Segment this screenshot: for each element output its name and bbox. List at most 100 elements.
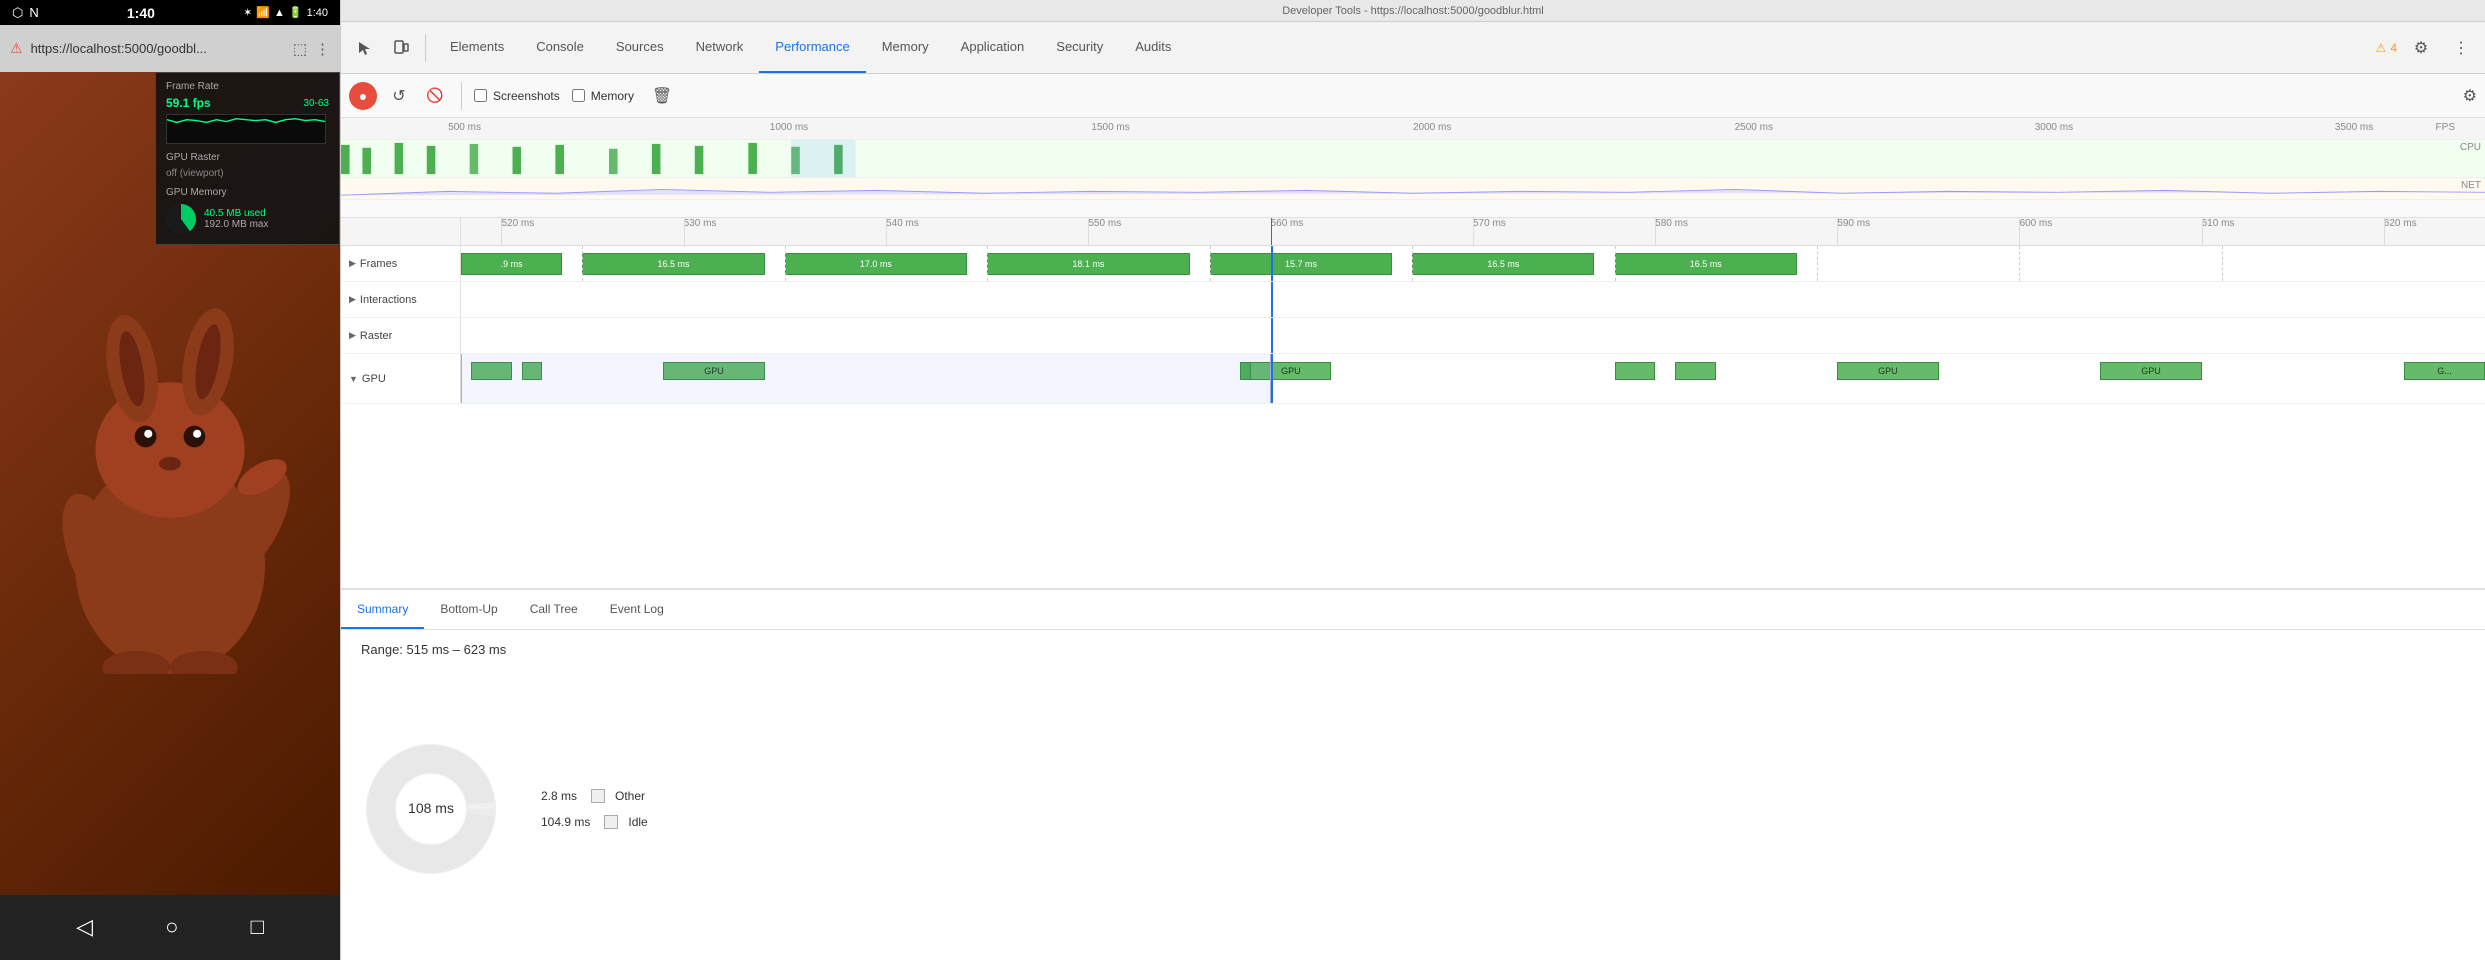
gpu-block-3b[interactable] xyxy=(1675,362,1715,380)
summary-tab-bottomup[interactable]: Bottom-Up xyxy=(424,591,513,629)
summary-tab-calltree[interactable]: Call Tree xyxy=(514,591,594,629)
tab-sources[interactable]: Sources xyxy=(600,22,680,73)
menu-icon[interactable]: ⋮ xyxy=(315,40,330,58)
cursor-tool-button[interactable] xyxy=(349,32,381,64)
battery-text: 1:40 xyxy=(307,7,328,19)
time-mark-500: 500 ms xyxy=(448,122,481,133)
tab-performance[interactable]: Performance xyxy=(759,22,865,73)
ruler-line-7 xyxy=(1655,218,1656,245)
gpu-expand-icon[interactable]: ▼ xyxy=(349,374,358,384)
gpu-block-5[interactable]: GPU xyxy=(2100,362,2201,380)
settings-button[interactable]: ⚙ xyxy=(2405,32,2437,64)
pie-chart-area: 108 ms xyxy=(361,677,501,940)
screenshots-label: Screenshots xyxy=(493,89,560,103)
frame-rate-range: 30-63 xyxy=(303,98,329,109)
tab-application[interactable]: Application xyxy=(945,22,1041,73)
tick-560: 560 ms xyxy=(1271,218,1304,229)
trash-icon: 🗑 xyxy=(652,86,672,106)
frame-6-label: 16.5 ms xyxy=(1487,259,1519,269)
refresh-icon: ↺ xyxy=(392,86,405,106)
bluetooth-icon: ⬡ xyxy=(12,5,23,21)
gpu-block-0b[interactable] xyxy=(522,362,542,380)
frame-block-6[interactable]: 16.5 ms xyxy=(1412,253,1594,275)
tab-console[interactable]: Console xyxy=(520,22,600,73)
frame-block-4[interactable]: 18.1 ms xyxy=(987,253,1189,275)
tab-network[interactable]: Network xyxy=(680,22,760,73)
gpu-block-1[interactable]: GPU xyxy=(663,362,764,380)
clear-button[interactable]: 🚫 xyxy=(421,82,449,110)
interactions-expand-icon[interactable]: ▶ xyxy=(349,294,356,305)
frames-expand-icon[interactable]: ▶ xyxy=(349,258,356,269)
legend-item-other: 2.8 ms Other xyxy=(541,789,648,803)
memory-checkbox[interactable] xyxy=(572,89,585,102)
gpu-block-2-label[interactable]: GPU xyxy=(1250,362,1331,380)
frame-1-label: .9 ms xyxy=(501,259,523,269)
gpu-memory-max: 192.0 MB max xyxy=(204,219,268,230)
tick-620: 620 ms xyxy=(2384,218,2417,229)
record-icon: ● xyxy=(359,88,367,104)
frame-block-1[interactable]: .9 ms xyxy=(461,253,562,275)
gpu-block-6[interactable]: G... xyxy=(2404,362,2485,380)
overview-charts: 500 ms 1000 ms 1500 ms 2000 ms 2500 ms 3… xyxy=(341,118,2485,218)
recent-button[interactable]: □ xyxy=(251,914,264,940)
gpu-block-2-text: GPU xyxy=(1281,366,1301,376)
summary-panel: Summary Bottom-Up Call Tree Event Log Ra… xyxy=(341,588,2485,960)
timeline-detail: 520 ms 530 ms 540 ms 550 ms 560 ms 570 m… xyxy=(341,218,2485,588)
frames-label: ▶ Frames xyxy=(341,246,461,281)
net-axis-label: NET xyxy=(2461,180,2481,191)
frames-content: .9 ms 16.5 ms 17.0 ms 18.1 ms 15.7 ms xyxy=(461,246,2485,281)
ruler-left-spacer xyxy=(341,218,461,245)
capture-settings-button[interactable]: ⚙ xyxy=(2463,86,2477,106)
summary-tab-summary[interactable]: Summary xyxy=(341,591,424,629)
raster-expand-icon[interactable]: ▶ xyxy=(349,330,356,341)
performance-overlay: Frame Rate 59.1 fps 30-63 GPU Raster off… xyxy=(155,72,340,245)
more-icon: ⋮ xyxy=(2453,38,2469,58)
frame-sep-8 xyxy=(2019,246,2020,281)
gpu-block-0[interactable] xyxy=(471,362,511,380)
tick-590: 590 ms xyxy=(1837,218,1870,229)
devtools-title: Developer Tools - https://localhost:5000… xyxy=(1282,5,1544,17)
frame-block-7[interactable]: 16.5 ms xyxy=(1615,253,1797,275)
svg-text:108 ms: 108 ms xyxy=(408,800,454,816)
tab-elements[interactable]: Elements xyxy=(434,22,520,73)
gpu-block-1-label: GPU xyxy=(704,366,724,376)
rabbit-scene: Frame Rate 59.1 fps 30-63 GPU Raster off… xyxy=(0,72,340,894)
settings-icon: ⚙ xyxy=(2414,38,2428,58)
mobile-status-icons-right: ✶ 📶 ▲ 🔋 1:40 xyxy=(243,6,328,19)
frames-label-text: Frames xyxy=(360,258,397,270)
url-text[interactable]: https://localhost:5000/goodbl... xyxy=(31,41,285,56)
record-button[interactable]: ● xyxy=(349,82,377,110)
tab-memory[interactable]: Memory xyxy=(866,22,945,73)
tick-610: 610 ms xyxy=(2202,218,2235,229)
tab-audits[interactable]: Audits xyxy=(1119,22,1187,73)
gpu-memory-used: 40.5 MB used xyxy=(204,208,268,219)
frame-block-3[interactable]: 17.0 ms xyxy=(785,253,967,275)
tabs-icon[interactable]: ⬚ xyxy=(293,40,307,58)
device-toggle-button[interactable] xyxy=(385,32,417,64)
summary-legend: 2.8 ms Other 104.9 ms Idle xyxy=(541,677,648,940)
detail-ruler: 520 ms 530 ms 540 ms 550 ms 560 ms 570 m… xyxy=(341,218,2485,246)
gpu-cursor xyxy=(1271,354,1273,403)
fps-chart-row: CPU xyxy=(341,140,2485,178)
frame-block-2[interactable]: 16.5 ms xyxy=(582,253,764,275)
summary-content: 108 ms 2.8 ms Other 104.9 ms Idle xyxy=(341,657,2485,960)
cursor-icon xyxy=(357,40,373,56)
refresh-record-button[interactable]: ↺ xyxy=(385,82,413,110)
legend-item-idle: 104.9 ms Idle xyxy=(541,815,648,829)
home-button[interactable]: ○ xyxy=(165,914,178,940)
ruler-line-3 xyxy=(886,218,887,245)
gpu-block-3a[interactable] xyxy=(1615,362,1655,380)
more-options-button[interactable]: ⋮ xyxy=(2445,32,2477,64)
back-button[interactable]: ◁ xyxy=(76,914,93,940)
screenshots-checkbox[interactable] xyxy=(474,89,487,102)
tab-security[interactable]: Security xyxy=(1040,22,1119,73)
warning-badge[interactable]: ⚠ 4 xyxy=(2376,41,2397,55)
mobile-status-bar: ⬡ N 1:40 ✶ 📶 ▲ 🔋 1:40 xyxy=(0,0,340,25)
frame-block-5[interactable]: 15.7 ms xyxy=(1210,253,1392,275)
gpu-block-4[interactable]: GPU xyxy=(1837,362,1938,380)
gpu-block-5-label: GPU xyxy=(2141,366,2161,376)
delete-recording-button[interactable]: 🗑 xyxy=(646,80,678,112)
summary-tab-eventlog[interactable]: Event Log xyxy=(594,591,680,629)
ruler-line-6 xyxy=(1473,218,1474,245)
tick-550: 550 ms xyxy=(1088,218,1121,229)
